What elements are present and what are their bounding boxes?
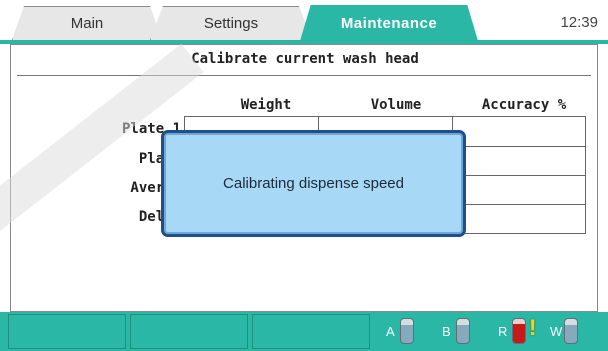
- softkey-3[interactable]: [252, 314, 370, 349]
- dialog-message: Calibrating dispense speed: [223, 175, 404, 192]
- tab-settings-label: Settings: [203, 15, 259, 32]
- warning-icon: !: [529, 315, 537, 340]
- tab-settings[interactable]: Settings: [150, 6, 312, 40]
- bottle-icon: [456, 318, 470, 344]
- bottle-status: A B R ! W: [372, 312, 608, 351]
- softkey-2[interactable]: [130, 314, 248, 349]
- bottle-a-label: A: [386, 324, 395, 339]
- bottle-icon: [400, 318, 414, 344]
- row-label-delta: Delta: [138, 209, 181, 225]
- bottle-icon: [512, 318, 526, 344]
- bottle-w-label: W: [550, 324, 563, 339]
- progress-dialog: Calibrating dispense speed: [161, 130, 466, 237]
- title-divider: [17, 75, 591, 76]
- clock: 12:39: [560, 14, 598, 31]
- bottle-icon: [564, 318, 578, 344]
- col-header-volume: Volume: [370, 97, 422, 113]
- col-header-accuracy: Accuracy %: [481, 97, 567, 113]
- bottle-b-label: B: [442, 324, 451, 339]
- softkey-1[interactable]: [8, 314, 126, 349]
- bottle-r-label: R: [498, 324, 508, 339]
- tab-maintenance[interactable]: Maintenance: [300, 5, 478, 41]
- tab-maintenance-label: Maintenance: [340, 14, 438, 32]
- panel-title: Calibrate current wash head: [191, 51, 419, 67]
- tab-main[interactable]: Main: [12, 6, 162, 40]
- col-header-weight: Weight: [240, 97, 292, 113]
- bottom-bar: A B R ! W: [0, 312, 608, 351]
- tab-main-label: Main: [70, 15, 104, 32]
- tab-bar: Main Settings Maintenance 12:39: [0, 0, 608, 44]
